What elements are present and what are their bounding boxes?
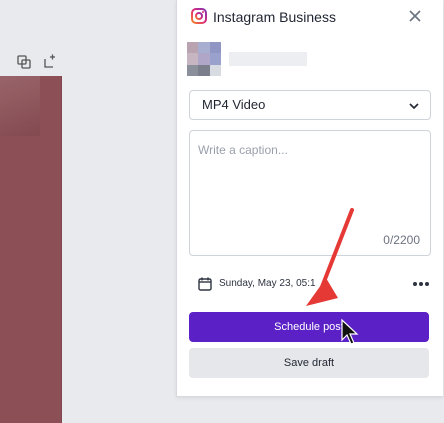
format-select-value: MP4 Video: [202, 97, 266, 112]
panel-header: Instagram Business: [189, 6, 433, 28]
schedule-datetime-row[interactable]: Sunday, May 23, 05:1: [197, 275, 429, 295]
calendar-icon: [197, 276, 213, 292]
chevron-down-icon: [408, 99, 420, 111]
design-canvas-area: [0, 0, 176, 423]
caption-placeholder: Write a caption...: [198, 143, 288, 157]
schedule-post-button[interactable]: Schedule post: [189, 312, 429, 342]
caption-textarea[interactable]: Write a caption... 0/2200: [189, 130, 431, 256]
avatar: [187, 42, 221, 76]
save-draft-button[interactable]: Save draft: [189, 348, 429, 378]
account-selector[interactable]: [187, 42, 307, 76]
instagram-icon: [191, 8, 207, 24]
design-page-thumbnail[interactable]: [0, 76, 62, 423]
publish-panel: Instagram Business MP4 Video Write a cap…: [176, 0, 443, 397]
panel-title: Instagram Business: [213, 9, 336, 25]
format-select[interactable]: MP4 Video: [189, 90, 431, 120]
schedule-datetime: Sunday, May 23, 05:1: [219, 278, 316, 289]
caption-counter: 0/2200: [383, 233, 420, 247]
more-horizontal-icon[interactable]: [411, 276, 431, 292]
duplicate-icon[interactable]: [16, 54, 32, 70]
account-name-blurred: [229, 52, 307, 66]
close-icon[interactable]: [405, 6, 425, 26]
add-page-icon[interactable]: [42, 54, 58, 70]
